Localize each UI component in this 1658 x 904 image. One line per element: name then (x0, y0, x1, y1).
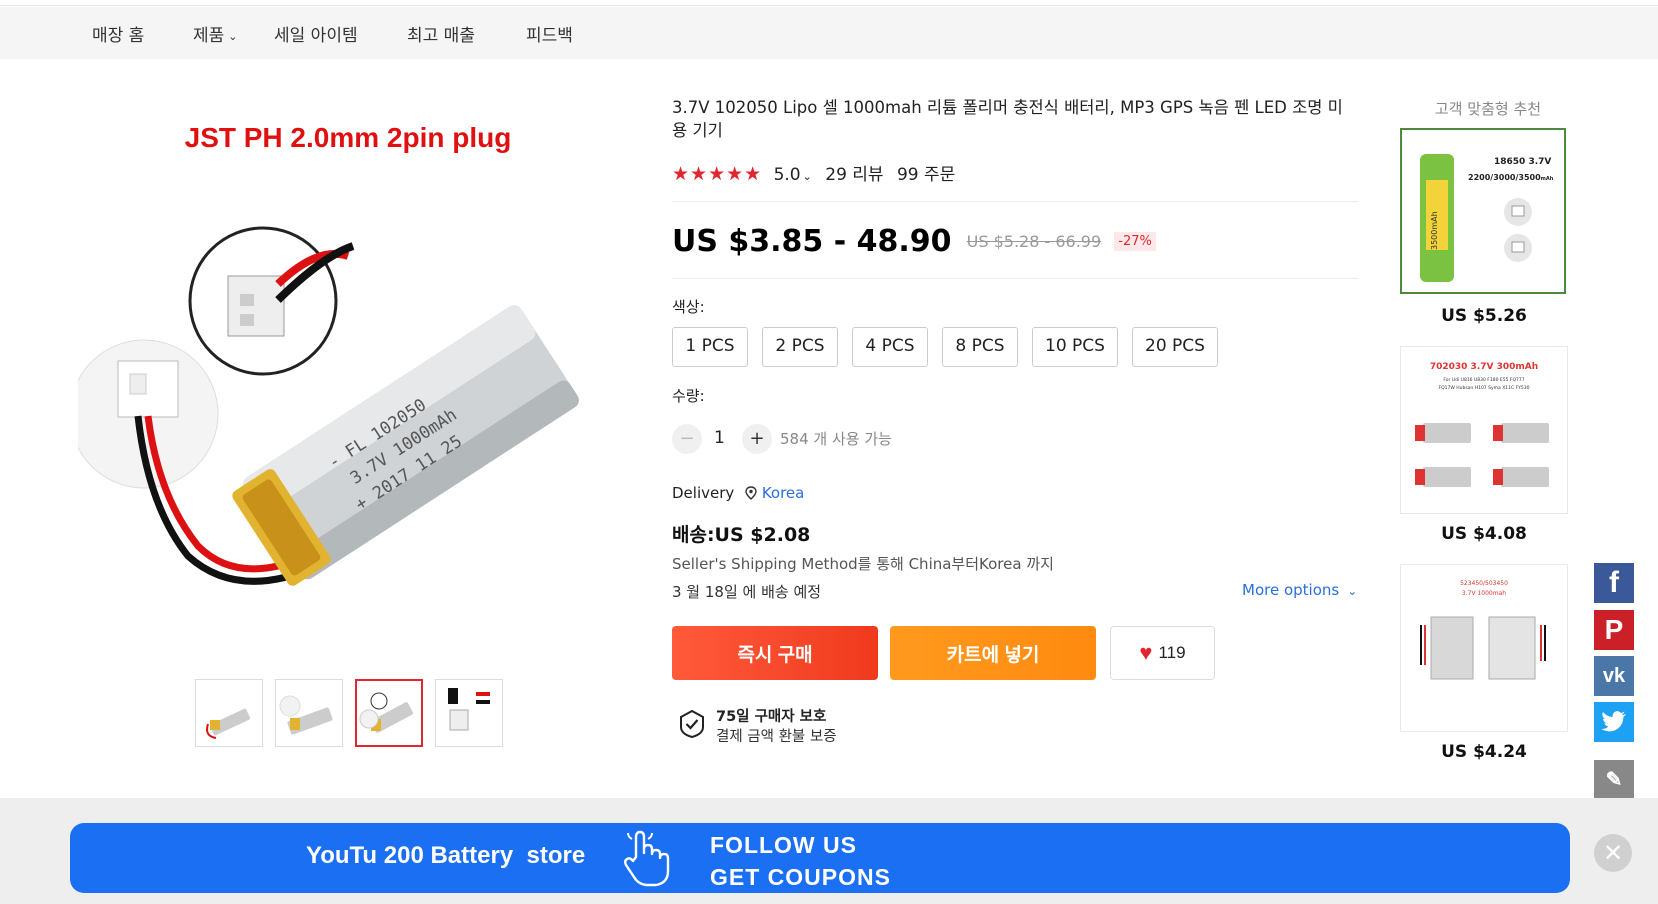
twitter-icon[interactable] (1594, 702, 1634, 742)
delivery-location-link[interactable]: Korea (762, 484, 805, 502)
current-price: US $3.85 - 48.90 (672, 224, 952, 259)
buyer-protection-title: 75일 구매자 보호 (716, 709, 827, 725)
wishlist-button[interactable]: ♥ 119 (1110, 626, 1215, 680)
option-1-pcs[interactable]: 1 PCS (672, 327, 748, 367)
price-row: US $3.85 - 48.90 US $5.28 - 66.99 -27% (672, 224, 1156, 264)
divider (672, 201, 1358, 202)
thumbnail-2[interactable] (275, 679, 343, 747)
buyer-protection-subtitle: 결제 금액 환불 보증 (716, 729, 837, 745)
thumbnail-1[interactable] (195, 679, 263, 747)
nav-products[interactable]: 제품 ⌄ (193, 21, 238, 46)
divider (672, 278, 1358, 279)
wishlist-count: 119 (1158, 643, 1186, 662)
add-to-cart-button[interactable]: 카트에 넣기 (890, 626, 1096, 680)
rec-1-cell-text: 3500mAh (1430, 211, 1439, 250)
delivery-row: Delivery Korea (672, 484, 804, 502)
option-2-pcs[interactable]: 2 PCS (762, 327, 838, 367)
rec-3-label-1: 523450/503450 (1460, 580, 1508, 587)
color-label: 색상: (672, 298, 705, 316)
nav-products-label: 제품 (193, 26, 225, 46)
delivery-label: Delivery (672, 484, 735, 502)
quantity-plus-button[interactable]: + (742, 424, 772, 454)
thumbnail-4[interactable] (435, 679, 503, 747)
banner-get-coupons: GET COUPONS (710, 864, 891, 890)
rec-2-label-3: FQ17W Hubsan H107 Syma X11C FY530 (1438, 385, 1529, 391)
option-8-pcs[interactable]: 8 PCS (942, 327, 1018, 367)
rec-3-label-2: 3.7V 1000mah (1462, 590, 1506, 597)
shipping-method: Seller's Shipping Method를 통해 China부터Kore… (672, 555, 1054, 573)
chevron-down-icon: ⌄ (802, 170, 812, 183)
product-title: 3.7V 102050 Lipo 셀 1000mah 리튬 폴리머 충전식 배터… (672, 98, 1343, 140)
banner-follow-us: FOLLOW US (710, 832, 857, 858)
banner-store-name: YouTu 200 Battery store (306, 842, 586, 869)
chevron-down-icon: ⌄ (1347, 584, 1358, 598)
rec-2-label-2: For Udi U816 U830 F180 E55 FQ777 (1443, 377, 1524, 383)
rating-value[interactable]: 5.0 (774, 165, 801, 185)
more-options-label: More options (1242, 581, 1340, 599)
rec-1-label-2: 2200/3000/3500 (1468, 173, 1541, 182)
available-stock: 584 개 사용 가능 (780, 430, 892, 448)
heart-icon: ♥ (1139, 640, 1153, 665)
location-pin-icon (745, 484, 762, 502)
recommendation-card-1[interactable]: 3500mAh 18650 3.7V 2200/3000/3500mAh (1400, 128, 1566, 294)
facebook-icon[interactable]: f (1594, 563, 1634, 603)
pointing-hand-icon (624, 830, 670, 887)
star-icon: ★★★★★ (672, 163, 763, 185)
quantity-value[interactable]: 1 (714, 428, 725, 448)
chevron-down-icon: ⌄ (228, 30, 238, 43)
store-nav-bar: 매장 홈 제품 ⌄ 세일 아이템 최고 매출 피드백 (0, 7, 1658, 59)
option-20-pcs[interactable]: 20 PCS (1132, 327, 1218, 367)
top-strip (0, 0, 1658, 6)
recommendation-card-3[interactable]: 523450/503450 3.7V 1000mah (1400, 564, 1568, 732)
option-10-pcs[interactable]: 10 PCS (1032, 327, 1118, 367)
recommendation-price-1: US $5.26 (1441, 306, 1527, 326)
nav-sale-items[interactable]: 세일 아이템 (274, 21, 358, 46)
review-count[interactable]: 29 리뷰 (825, 165, 883, 185)
recommendation-price-2: US $4.08 (1441, 524, 1527, 544)
shield-check-icon (680, 709, 704, 739)
nav-store-home[interactable]: 매장 홈 (92, 21, 144, 46)
follow-store-banner[interactable]: YouTu 200 Battery store FOLLOW US GET CO… (70, 823, 1570, 893)
option-4-pcs[interactable]: 4 PCS (852, 327, 928, 367)
delivery-eta: 3 월 18일 에 배송 예정 (672, 583, 822, 601)
buy-now-button[interactable]: 즉시 구매 (672, 626, 878, 680)
banner-follow-text: FOLLOW US GET COUPONS (710, 829, 891, 893)
svg-text:2200/3000/3500mAh: 2200/3000/3500mAh (1468, 173, 1554, 182)
close-banner-icon[interactable]: ✕ (1594, 834, 1632, 872)
nav-feedback[interactable]: 피드백 (526, 21, 573, 46)
order-count: 99 주문 (896, 165, 956, 185)
quantity-label: 수량: (672, 387, 705, 405)
battery-illustration: - FL 102050 3.7V 1000mAh + 2017 11 25 (78, 226, 579, 586)
recommendations-title: 고객 맞춤형 추천 (1434, 100, 1542, 118)
original-price: US $5.28 - 66.99 (966, 232, 1102, 251)
rec-1-label-2-unit: mAh (1541, 176, 1554, 182)
shipping-price: 배송:US $2.08 (672, 524, 811, 546)
main-product-image[interactable]: JST PH 2.0mm 2pin plug - FL 102050 3.7V … (78, 96, 618, 656)
thumbnail-3[interactable] (355, 679, 423, 747)
more-options-link[interactable]: More options ⌄ (1242, 581, 1357, 599)
vk-icon[interactable]: vk (1594, 656, 1634, 696)
rec-1-label-1: 18650 3.7V (1494, 157, 1551, 167)
pinterest-icon[interactable]: P (1594, 610, 1634, 650)
quantity-minus-button[interactable]: − (672, 424, 702, 454)
rec-2-label-1: 702030 3.7V 300mAh (1430, 362, 1538, 372)
nav-top-selling[interactable]: 최고 매출 (407, 21, 475, 46)
edit-icon[interactable]: ✎ (1594, 760, 1634, 800)
recommendation-card-2[interactable]: 702030 3.7V 300mAh For Udi U816 U830 F18… (1400, 346, 1568, 514)
recommendation-price-3: US $4.24 (1441, 742, 1527, 762)
discount-badge: -27% (1114, 232, 1156, 251)
rating-row: ★★★★★ 5.0 ⌄ 29 리뷰 99 주문 (672, 160, 956, 185)
